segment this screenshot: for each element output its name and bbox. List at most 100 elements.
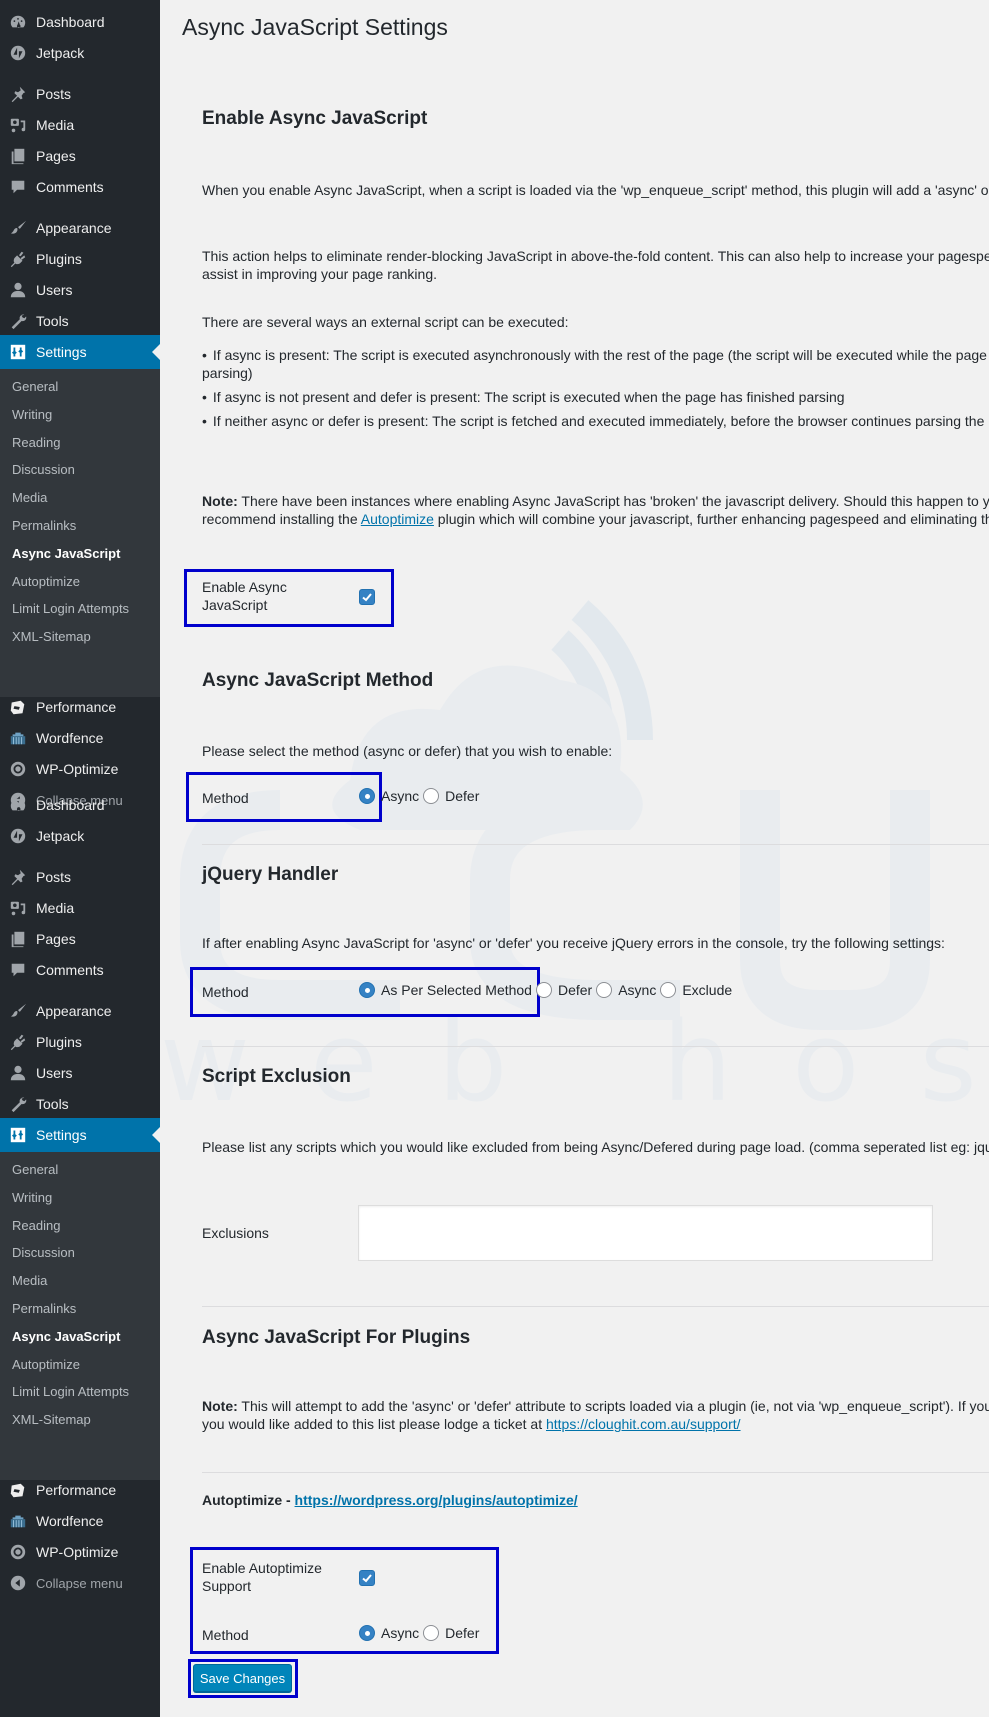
comment-icon	[8, 177, 28, 197]
sidebar-item-jetpack[interactable]: Jetpack	[0, 819, 160, 853]
sidebar-item-jetpack[interactable]: Jetpack	[0, 36, 160, 70]
method-radio-defer[interactable]	[423, 788, 440, 804]
submenu-item-permalinks[interactable]: Permalinks	[12, 1299, 76, 1319]
sidebar-item-wp-optimize[interactable]: WP-Optimize	[0, 1535, 160, 1569]
sidebar-item-comments[interactable]: Comments	[0, 170, 160, 204]
sidebar-item-label: Performance	[36, 1482, 117, 1498]
sidebar-item-tools[interactable]: Tools	[0, 304, 160, 338]
sidebar-item-users[interactable]: Users	[0, 1056, 160, 1090]
submenu-item-limit-login-attempts[interactable]: Limit Login Attempts	[12, 1382, 129, 1402]
sidebar-item-label: Tools	[36, 313, 69, 329]
sidebar-item-dashboard[interactable]: Dashboard	[0, 5, 160, 39]
sidebar-item-plugins[interactable]: Plugins	[0, 242, 160, 276]
pin-icon	[8, 84, 28, 104]
pages-icon	[8, 929, 28, 949]
jquery-radio-as-per-selected[interactable]	[359, 982, 375, 998]
submenu-item-autoptimize[interactable]: Autoptimize	[12, 1355, 80, 1375]
sidebar-item-wordfence[interactable]: Wordfence	[0, 721, 160, 755]
autoptimize-radio-defer[interactable]	[423, 1625, 440, 1641]
section-heading-exclusion: Script Exclusion	[202, 1066, 351, 1087]
radio-label: As Per Selected Method	[381, 982, 532, 998]
sidebar-item-label: Plugins	[36, 251, 82, 267]
sidebar-item-performance[interactable]: Performance	[0, 690, 160, 724]
exclusions-input[interactable]	[358, 1205, 933, 1261]
jquery-radio-defer[interactable]	[535, 982, 552, 998]
sidebar-item-label: Users	[36, 282, 73, 298]
admin-sidebar: Dashboard Jetpack Posts Media Pages Comments A…	[0, 0, 160, 1717]
submenu-item-writing[interactable]: Writing	[12, 1188, 52, 1208]
performance-icon	[8, 1480, 28, 1500]
jquery-description: If after enabling Async JavaScript for '…	[202, 935, 945, 951]
autoptimize-link[interactable]: Autoptimize	[361, 511, 434, 527]
submenu-item-media[interactable]: Media	[12, 1271, 47, 1291]
radio-label: Defer	[445, 1625, 480, 1641]
section-heading-jquery: jQuery Handler	[202, 864, 339, 885]
wrench-icon	[8, 311, 28, 331]
sidebar-item-label: Comments	[36, 179, 104, 195]
paintbrush-icon	[8, 218, 28, 238]
submenu-item-autoptimize[interactable]: Autoptimize	[12, 572, 80, 592]
sidebar-item-appearance[interactable]: Appearance	[0, 211, 160, 245]
submenu-item-discussion[interactable]: Discussion	[12, 1243, 75, 1263]
submenu-item-async-javascript[interactable]: Async JavaScript	[12, 1327, 120, 1347]
submenu-item-general[interactable]: General	[12, 1160, 58, 1180]
submenu-item-permalinks[interactable]: Permalinks	[12, 516, 76, 536]
submenu-item-discussion[interactable]: Discussion	[12, 460, 75, 480]
submenu-item-xml-sitemap[interactable]: XML-Sitemap	[12, 1410, 91, 1430]
sidebar-item-label: Settings	[36, 344, 87, 360]
jquery-radio-exclude[interactable]	[660, 982, 677, 998]
submenu-item-async-javascript[interactable]: Async JavaScript	[12, 544, 120, 564]
section-divider	[202, 1046, 989, 1047]
note-label: Note:	[202, 1398, 238, 1414]
sidebar-item-label: Media	[36, 900, 75, 916]
sidebar-item-users[interactable]: Users	[0, 273, 160, 307]
submenu-item-media[interactable]: Media	[12, 488, 47, 508]
wp-optimize-icon	[8, 1542, 28, 1562]
submenu-item-reading[interactable]: Reading	[12, 1216, 60, 1236]
sidebar-item-posts[interactable]: Posts	[0, 860, 160, 894]
sidebar-item-wordfence[interactable]: Wordfence	[0, 1504, 160, 1538]
radio-label: Exclude	[682, 982, 733, 998]
save-changes-button[interactable]: Save Changes	[193, 1664, 292, 1692]
submenu-item-writing[interactable]: Writing	[12, 405, 52, 425]
sidebar-item-label: WP-Optimize	[36, 761, 119, 777]
list-item: If async is present: The script is execu…	[202, 346, 989, 382]
submenu-item-xml-sitemap[interactable]: XML-Sitemap	[12, 627, 91, 647]
method-radio-async[interactable]	[359, 788, 375, 804]
submenu-item-limit-login-attempts[interactable]: Limit Login Attempts	[12, 599, 129, 619]
list-item: If neither async or defer is present: Th…	[202, 412, 989, 430]
settings-submenu: General Writing Reading Discussion Media Perm…	[0, 1152, 160, 1480]
autoptimize-plugin-link[interactable]: https://wordpress.org/plugins/autoptimiz…	[295, 1492, 578, 1508]
support-link[interactable]: https://cloughit.com.au/support/	[546, 1416, 741, 1432]
enable-autoptimize-checkbox[interactable]	[359, 1570, 375, 1586]
sidebar-item-plugins[interactable]: Plugins	[0, 1025, 160, 1059]
sidebar-item-collapse-menu[interactable]: Collapse menu	[0, 1566, 160, 1600]
sidebar-item-wp-optimize[interactable]: WP-Optimize	[0, 752, 160, 786]
sidebar-item-posts[interactable]: Posts	[0, 77, 160, 111]
sidebar-item-dashboard[interactable]: Dashboard	[0, 788, 160, 822]
sidebar-item-comments[interactable]: Comments	[0, 953, 160, 987]
submenu-item-reading[interactable]: Reading	[12, 433, 60, 453]
sidebar-item-tools[interactable]: Tools	[0, 1087, 160, 1121]
section-divider	[202, 844, 989, 845]
enable-async-checkbox[interactable]	[359, 589, 375, 605]
sidebar-item-appearance[interactable]: Appearance	[0, 994, 160, 1028]
sidebar-item-media[interactable]: Media	[0, 891, 160, 925]
sidebar-item-media[interactable]: Media	[0, 108, 160, 142]
sidebar-item-pages[interactable]: Pages	[0, 922, 160, 956]
jetpack-icon	[8, 826, 28, 846]
section-divider	[202, 1306, 989, 1307]
plug-icon	[8, 249, 28, 269]
autoptimize-radio-async[interactable]	[359, 1625, 375, 1641]
note-text: plugin which will combine your javascrip…	[433, 511, 989, 527]
plugins-note: Note: This will attempt to add the 'asyn…	[202, 1397, 989, 1433]
sidebar-item-performance[interactable]: Performance	[0, 1473, 160, 1507]
submenu-item-general[interactable]: General	[12, 377, 58, 397]
sidebar-item-pages[interactable]: Pages	[0, 139, 160, 173]
jquery-method-label: Method	[202, 984, 249, 1000]
sidebar-item-label: Jetpack	[36, 828, 85, 844]
sidebar-item-settings[interactable]: Settings	[0, 1118, 160, 1152]
sidebar-item-settings[interactable]: Settings	[0, 335, 160, 369]
sliders-icon	[8, 342, 28, 362]
jquery-radio-async[interactable]	[596, 982, 613, 998]
